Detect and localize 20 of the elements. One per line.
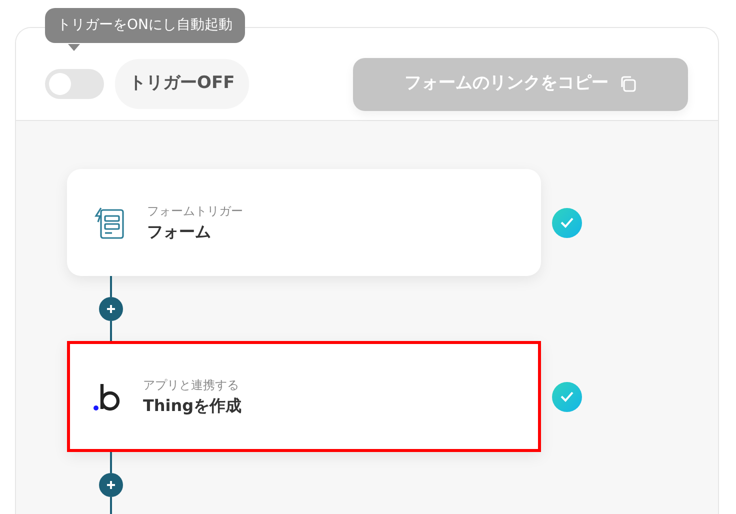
step-card[interactable]: アプリと連携する Thingを作成 xyxy=(67,341,541,452)
connector-line xyxy=(110,452,112,473)
step-title: フォーム xyxy=(147,220,212,242)
plus-icon xyxy=(106,480,116,490)
tooltip: トリガーをONにし自動起動 xyxy=(45,8,244,43)
toggle-switch[interactable] xyxy=(45,69,104,99)
connector-line xyxy=(110,321,112,341)
plus-icon xyxy=(106,304,116,314)
step-card[interactable]: フォームトリガー フォーム xyxy=(67,169,541,276)
step-caption: アプリと連携する xyxy=(143,376,240,394)
add-step-button[interactable] xyxy=(99,473,123,497)
step-caption: フォームトリガー xyxy=(147,202,243,220)
form-document-icon xyxy=(93,206,125,240)
step-title: Thingを作成 xyxy=(143,394,242,416)
copy-icon xyxy=(618,75,636,93)
toggle-label: トリガーOFF xyxy=(115,59,249,109)
add-step-button[interactable] xyxy=(99,297,123,321)
connector-line xyxy=(110,497,112,514)
connector-line xyxy=(110,276,112,297)
letter-b-logo-icon xyxy=(93,382,121,412)
